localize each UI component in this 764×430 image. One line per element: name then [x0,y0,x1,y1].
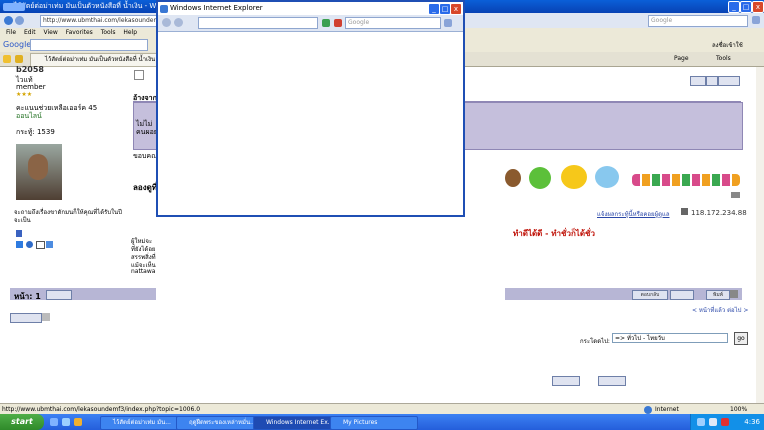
apple-emoji-icon [529,167,551,189]
nav-links[interactable]: < หน้าที่แล้ว ต่อไป > [692,305,748,315]
refresh-icon[interactable] [322,19,330,27]
quote-text: จะถามถึงเรื่องขาดักมนก็ให้คุณที่ได้รับใน… [14,209,122,224]
stop-icon[interactable] [334,19,342,27]
post-body-line-5: nattawa [131,268,156,275]
pm-icon[interactable] [46,241,53,248]
close-button[interactable]: x [752,1,764,13]
page-scrollbar[interactable] [756,67,764,403]
profile-icon[interactable] [16,241,23,248]
popup-window: Windows Internet Explorer _ □ x Google [156,0,465,217]
print-button[interactable]: พิมพ์ [706,290,730,300]
menu-edit[interactable]: Edit [24,29,36,36]
blank-panel [156,215,505,415]
menu-tools[interactable]: Tools [101,29,116,36]
reply-button[interactable]: ตอบกลับ [632,290,668,300]
quicklaunch-media-icon[interactable] [74,418,82,426]
monkey-emoji-icon [505,169,521,187]
popup-toolbar: Google [158,15,463,32]
search-icon[interactable] [444,19,452,27]
quote-button[interactable] [690,76,706,86]
quote-heading-2: ลองดูที่ [133,183,158,192]
taskbar-item-ie[interactable]: Windows Internet Ex... [253,416,337,430]
page-label: หน้า: 1 [14,292,41,301]
google-logo: Google [3,40,32,49]
dancing-figures-icon [632,174,740,186]
start-button[interactable]: start [0,414,44,430]
posts-label: กระทู้: 1539 [16,128,55,136]
moderate-icon[interactable] [42,313,50,321]
email-icon[interactable] [36,241,45,249]
search-icon[interactable] [752,16,760,24]
maximize-button[interactable]: □ [740,1,752,13]
goto-select[interactable]: => ทั่วไป - ไทยวับ [612,333,728,343]
print-icon[interactable] [730,290,738,298]
popup-url-field[interactable] [198,17,318,29]
page-menu[interactable]: Page [674,55,689,62]
popup-search-field[interactable]: Google [345,17,441,29]
tray-shield-icon[interactable] [721,418,729,426]
forward-icon[interactable] [174,18,183,27]
forward-icon[interactable] [15,16,24,25]
reply-icon[interactable] [731,192,740,198]
tab-forum[interactable]: ไว้สัตย์ต่อม่าเท่ม มันเป็นตัวหนังสือที่ … [30,53,171,67]
bg-url-field[interactable]: http://www.ubmthai.com/lekasoundemf3/ind… [40,15,159,27]
bg-search-field[interactable]: Google [648,15,748,27]
globe-icon[interactable] [26,241,33,248]
taskbar-item-forum-2[interactable]: ฤดูฝืดพระของเหล่าหมั่น... [176,416,262,430]
favorites-star-icon[interactable] [3,55,11,63]
page-1-button[interactable] [46,290,72,300]
laughing-emoji-icon [561,165,587,189]
taskbar-item-forum[interactable]: ไว้สัตย์ต่อม่าเท่ม มัน... [100,416,186,430]
tray-volume-icon[interactable] [709,418,717,426]
google-search-field[interactable] [30,39,148,51]
online-label: ออนไลน์ [16,112,42,120]
report-icon[interactable] [681,208,688,215]
back-icon[interactable] [4,16,13,25]
tools-menu[interactable]: Tools [716,55,731,62]
w3c-css-badge[interactable] [598,376,626,386]
signature-red-text: ทำดีได้ดี - ทำชั่วก็ได้ชั่ว [513,229,595,238]
quote-footer: ขอบคณ [133,152,158,160]
ie-icon [3,3,25,11]
popup-title: Windows Internet Explorer [170,4,263,12]
menu-favorites[interactable]: Favorites [66,29,93,36]
bg-window-title: ไว้สัตย์ต่อม่าเท่ม มันเป็นตัวหนังสือที่ … [14,2,181,10]
back-icon[interactable] [162,18,171,27]
ip-address: 118.172.234.88 [691,209,747,217]
ie-icon [160,5,168,13]
menu-help[interactable]: Help [123,29,137,36]
blue-ghost-emoji-icon [595,166,619,188]
user-icon[interactable] [16,230,22,237]
goto-label: กระโดดไป: [580,338,610,345]
signin-link[interactable]: ลงชื่อเข้าใช้ [712,40,743,50]
system-tray: 4:36 [690,414,764,430]
delete-button[interactable] [718,76,740,86]
rank-stars-icon: ★★★ [16,91,33,98]
internet-globe-icon [644,406,652,414]
avatar [16,144,62,200]
moderate-button[interactable] [10,313,42,323]
edit-button[interactable] [706,76,718,86]
taskbar-item-my-pictures[interactable]: My Pictures [330,416,418,430]
popup-titlebar: Windows Internet Explorer _ □ x [158,2,463,15]
taskbar: start ไว้สัตย์ต่อม่าเท่ม มัน... ฤดูฝืดพร… [0,414,764,430]
post-icon [134,70,144,80]
menu-view[interactable]: View [44,29,58,36]
goto-select-value: => ทั่วไป - ไทยวับ [615,335,665,342]
tray-network-icon[interactable] [697,418,705,426]
add-favorites-icon[interactable] [15,55,23,63]
quicklaunch-ie-icon[interactable] [50,418,58,426]
w3c-xhtml-badge[interactable] [552,376,580,386]
menu-file[interactable]: File [6,29,16,36]
report-link[interactable]: แจ้งผลกระทู้นี้หรือคอยผู้ดูแล [597,209,670,219]
popup-close-button[interactable]: x [450,3,462,15]
go-button[interactable]: go [734,332,748,345]
popup-content [158,32,463,215]
minimize-button[interactable]: _ [728,1,740,13]
username[interactable]: b2058 [16,65,44,74]
clock[interactable]: 4:36 [744,418,760,426]
user-rank: member [16,83,46,91]
quicklaunch-desktop-icon[interactable] [62,418,70,426]
notify-button[interactable] [670,290,694,300]
